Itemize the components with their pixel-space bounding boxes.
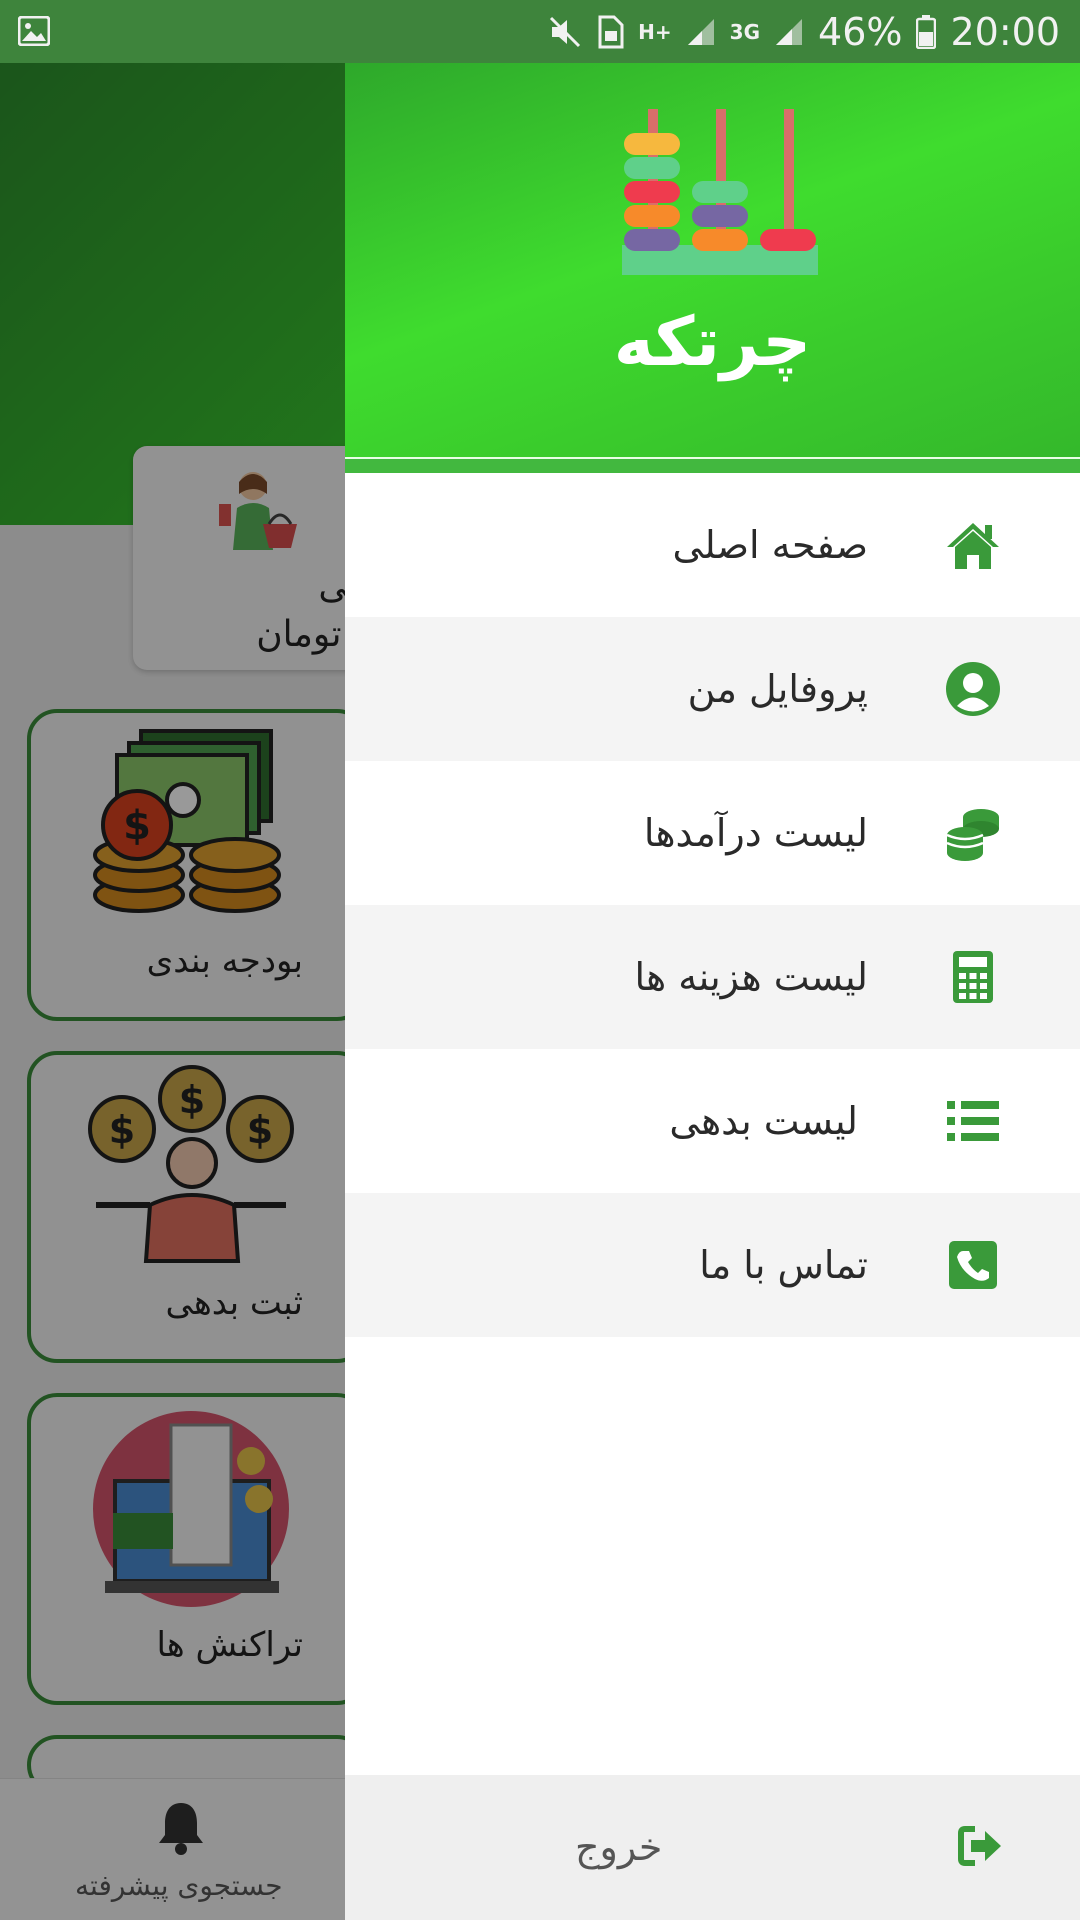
status-bar: H+ 3G 46% 20:00 bbox=[0, 0, 1080, 63]
menu-item-profile[interactable]: پروفایل من bbox=[345, 617, 1080, 761]
clock: 20:00 bbox=[950, 9, 1060, 54]
sim-icon bbox=[598, 15, 624, 48]
signal-icon bbox=[687, 18, 714, 45]
network-type-hplus: H+ bbox=[638, 19, 672, 44]
logout-icon bbox=[958, 1826, 1001, 1866]
menu-item-label: تماس با ما bbox=[699, 1243, 868, 1287]
menu-item-home[interactable]: صفحه اصلی bbox=[345, 473, 1080, 617]
battery-icon bbox=[916, 14, 937, 49]
image-icon bbox=[18, 16, 50, 46]
drawer-menu: صفحه اصلی پروفایل من لیست درآمدها لیست ه… bbox=[345, 473, 1080, 1337]
phone-icon bbox=[949, 1241, 997, 1289]
home-icon bbox=[947, 523, 999, 569]
header-divider bbox=[345, 457, 1080, 459]
menu-item-label: لیست درآمدها bbox=[643, 811, 868, 855]
menu-item-contact[interactable]: تماس با ما bbox=[345, 1193, 1080, 1337]
calculator-icon bbox=[953, 951, 993, 1003]
signal-icon bbox=[776, 18, 803, 45]
app-title: چرتکه bbox=[613, 303, 812, 382]
menu-item-incomes[interactable]: لیست درآمدها bbox=[345, 761, 1080, 905]
menu-item-label: لیست بدهی bbox=[669, 1099, 858, 1143]
coins-icon bbox=[946, 809, 999, 861]
menu-item-label: پروفایل من bbox=[687, 667, 868, 711]
drawer-header: چرتکه bbox=[345, 63, 1080, 473]
user-icon bbox=[946, 662, 1000, 716]
navigation-drawer: چرتکه صفحه اصلی پروفایل من لیست درآمدها … bbox=[345, 63, 1080, 1920]
battery-percent: 46% bbox=[818, 9, 903, 54]
logout-label: خروج bbox=[575, 1825, 663, 1869]
abacus-logo-icon bbox=[622, 109, 818, 275]
network-type-3g: 3G bbox=[729, 19, 761, 44]
menu-item-debts[interactable]: لیست بدهی bbox=[345, 1049, 1080, 1193]
list-icon bbox=[947, 1101, 999, 1141]
menu-item-label: لیست هزینه ها bbox=[634, 955, 868, 999]
mute-icon bbox=[550, 16, 581, 47]
menu-item-label: صفحه اصلی bbox=[672, 523, 868, 567]
menu-item-expenses[interactable]: لیست هزینه ها bbox=[345, 905, 1080, 1049]
logout-button[interactable]: خروج bbox=[345, 1775, 1080, 1920]
